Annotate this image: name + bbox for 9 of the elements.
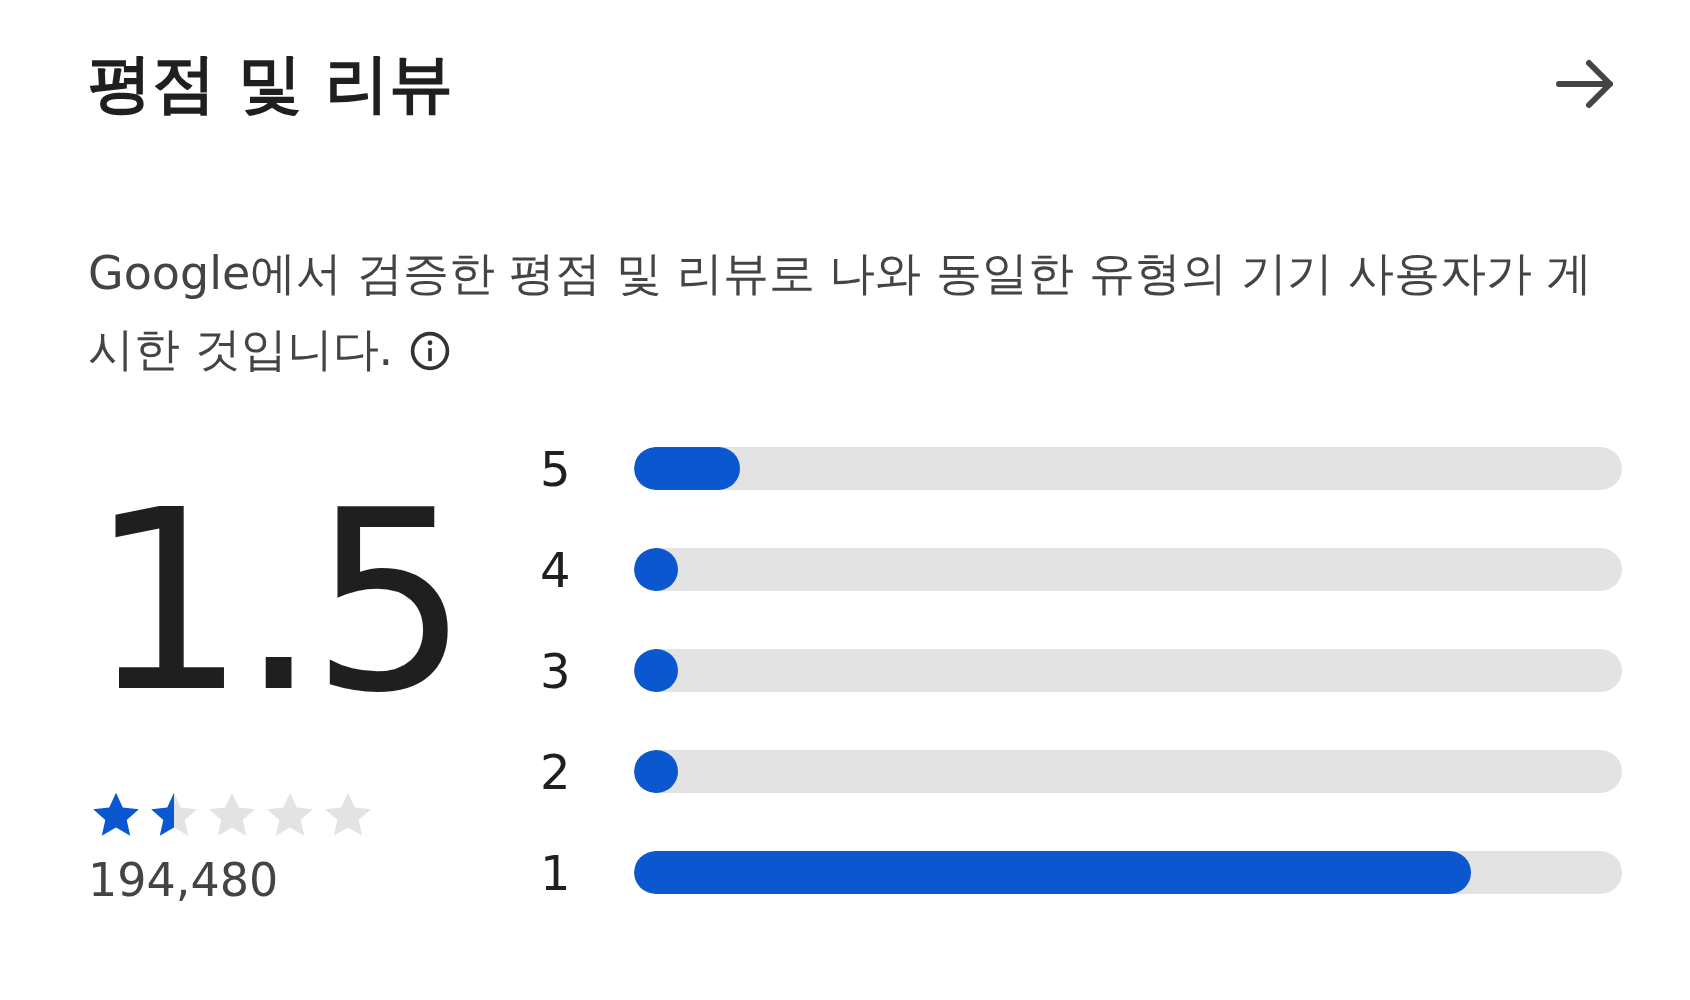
star-level-label: 2 [540,743,572,800]
average-rating: 1.5 [88,487,463,717]
review-count: 194,480 [88,853,280,907]
star-level-label: 1 [540,844,572,901]
star-level-label: 3 [540,642,572,699]
section-title: 평점 및 리뷰 [88,45,453,122]
star-level-label: 4 [540,541,572,598]
description-text: Google에서 검증한 평점 및 리뷰로 나와 동일한 유형의 기기 사용자가 게시한 것입니다. [88,245,1594,378]
star-level-label: 5 [540,440,572,497]
